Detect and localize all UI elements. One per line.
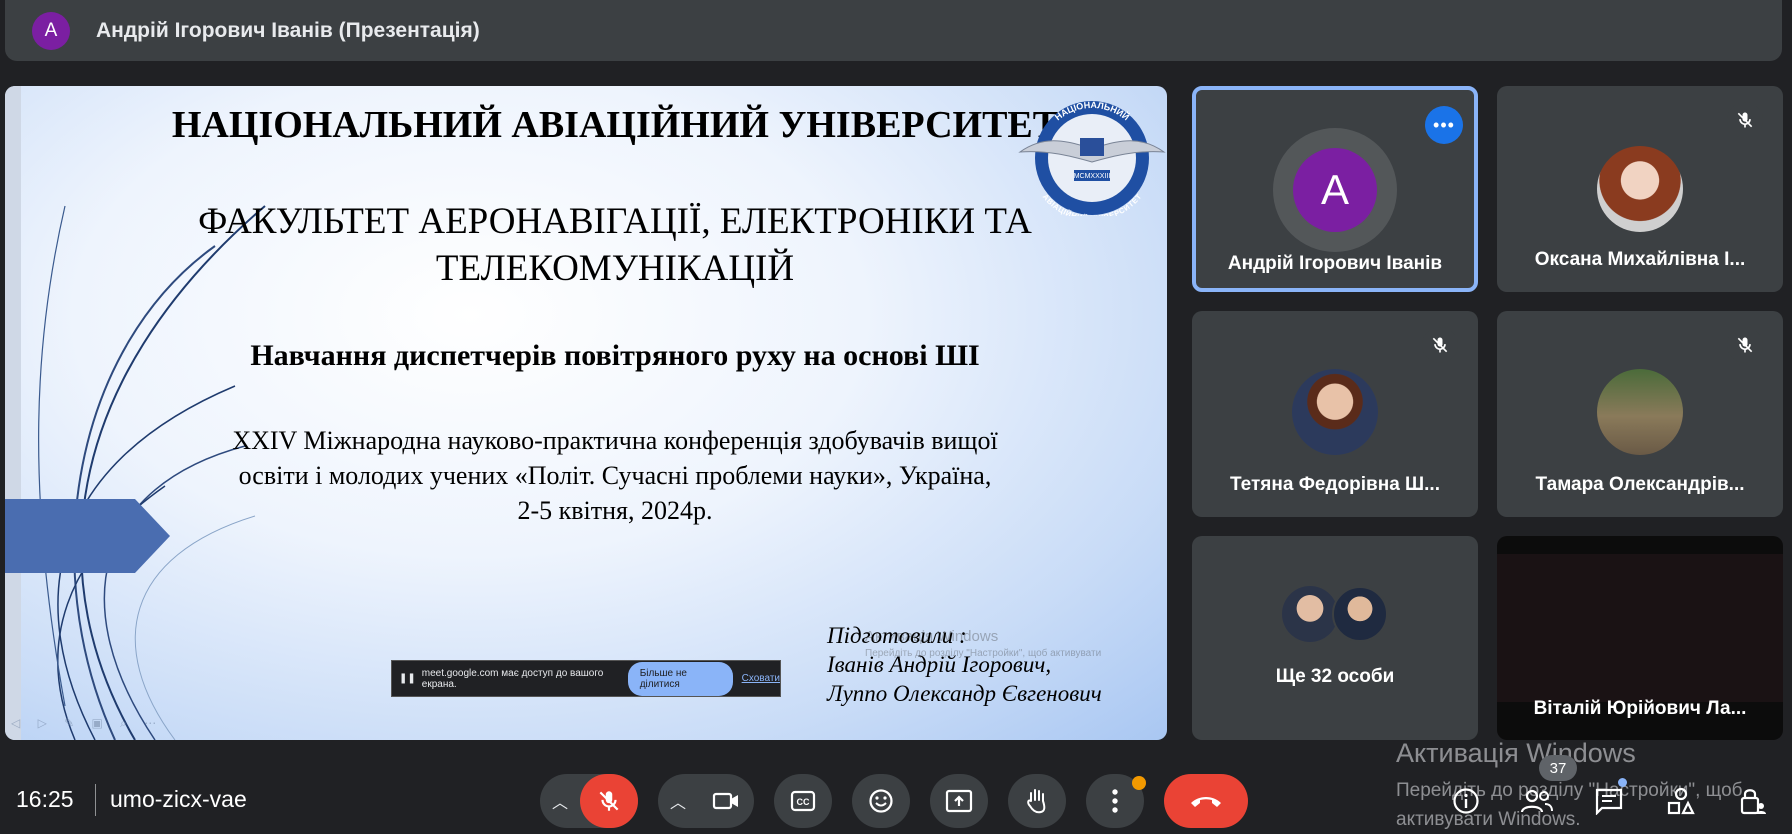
chat-icon <box>1595 788 1623 815</box>
participant-photo <box>1292 369 1378 455</box>
participant-name: Тетяна Федорівна Ш... <box>1230 474 1440 495</box>
raise-hand-button[interactable] <box>1008 774 1066 828</box>
shared-screen-slide: НАЦІОНАЛЬНИЙ АВІАЦІЙНИЙ УНІВЕРСИТЕТ ФАКУ… <box>5 86 1167 740</box>
participant-avatar: A <box>1293 148 1377 232</box>
participant-tile-overflow[interactable]: Ще 32 особи <box>1192 536 1478 740</box>
captions-icon: CC <box>790 790 816 812</box>
participant-photo <box>1597 369 1683 455</box>
mic-off-icon <box>599 791 619 811</box>
university-logo: MCMXXXIII НАЦІОНАЛЬНИЙ АВІАЦІЙНИЙ УНІВЕР… <box>1018 100 1166 216</box>
mic-off-icon <box>1422 327 1458 363</box>
activities-icon <box>1667 787 1695 815</box>
end-call-icon <box>1191 797 1221 807</box>
participant-name: Андрій Ігорович Іванів <box>1227 253 1443 274</box>
activities-button[interactable] <box>1664 784 1698 818</box>
reactions-button[interactable] <box>852 774 910 828</box>
footer-divider <box>95 784 96 816</box>
participant-tile[interactable]: Тетяна Федорівна Ш... <box>1192 311 1478 517</box>
people-icon <box>1520 789 1553 813</box>
present-screen-button[interactable] <box>930 774 988 828</box>
slide-university: НАЦІОНАЛЬНИЙ АВІАЦІЙНИЙ УНІВЕРСИТЕТ <box>171 104 1059 146</box>
presentation-header: A Андрій Ігорович Іванів (Презентація) <box>5 0 1782 61</box>
slide-decorative-lines <box>38 205 266 740</box>
slide-author-2: Луппо Олександр Євгенович <box>827 681 1102 706</box>
presentation-title: Андрій Ігорович Іванів (Презентація) <box>96 18 480 42</box>
info-icon <box>1453 788 1479 814</box>
mic-off-icon <box>1727 102 1763 138</box>
clock: 16:25 <box>16 786 74 812</box>
camera-icon <box>712 792 738 810</box>
logo-year: MCMXXXIII <box>1074 173 1111 180</box>
svg-text:CC: CC <box>797 797 810 807</box>
chevron-up-icon[interactable]: ︿ <box>552 789 568 813</box>
slide-playback-controls[interactable]: ◁ ▷ ✎ ▣ ⌕ ⋯ <box>11 716 163 731</box>
mic-off-icon <box>1727 327 1763 363</box>
pause-icon: ❚❚ <box>399 673 416 684</box>
stop-sharing-button[interactable]: Більше не ділитися <box>627 661 733 696</box>
overflow-count-label: Ще 32 особи <box>1275 666 1395 687</box>
slide-topic: Навчання диспетчерів повітряного руху на… <box>250 339 980 372</box>
presenter-avatar: A <box>32 11 70 50</box>
people-button[interactable] <box>1520 784 1554 818</box>
slide-arrow-shape <box>5 499 170 573</box>
microphone-toggle-button[interactable] <box>580 774 638 828</box>
overflow-avatar-1 <box>1282 586 1338 642</box>
present-screen-icon <box>945 789 973 813</box>
screen-share-bar: ❚❚ meet.google.com має доступ до вашого … <box>391 660 781 697</box>
slide-faculty: ФАКУЛЬТЕТ АЕРОНАВІГАЦІЇ, ЕЛЕКТРОНІКИ ТА … <box>198 201 1032 289</box>
meeting-details-button[interactable] <box>1449 784 1483 818</box>
slide-conference: XXIV Міжнародна науково-практична конфер… <box>232 426 998 525</box>
hand-icon <box>1027 789 1046 814</box>
hide-share-bar-link[interactable]: Сховати <box>742 673 780 684</box>
more-vertical-icon <box>1112 789 1118 813</box>
participant-tile[interactable]: Тамара Олександрів... <box>1497 311 1783 517</box>
slide-authors: Підготовили : Іванів Андрій Ігорович, Лу… <box>827 621 1102 708</box>
leave-call-button[interactable] <box>1164 774 1248 828</box>
emoji-icon <box>869 789 893 813</box>
host-controls-button[interactable] <box>1736 784 1770 818</box>
windows-activation-title: Активація Windows <box>1396 738 1636 768</box>
slide-author-1: Іванів Андрій Ігорович, <box>827 652 1052 677</box>
lock-person-icon <box>1740 789 1766 815</box>
overflow-avatar-2 <box>1332 586 1388 642</box>
notification-dot <box>1132 776 1146 790</box>
participant-count-badge: 37 <box>1539 755 1577 781</box>
participant-name: Віталій Юрійович Ла... <box>1533 698 1747 719</box>
chevron-up-icon[interactable]: ︿ <box>670 789 686 813</box>
captions-button[interactable]: CC <box>774 774 832 828</box>
participant-tile[interactable]: Віталій Юрійович Ла... <box>1497 536 1783 740</box>
participant-tile[interactable]: Оксана Михайлівна І... <box>1497 86 1783 292</box>
participant-name: Оксана Михайлівна І... <box>1534 249 1746 270</box>
share-message: meet.google.com має доступ до вашого екр… <box>421 667 604 690</box>
participant-video <box>1497 554 1783 702</box>
chat-button[interactable] <box>1592 778 1627 818</box>
camera-control-group[interactable]: ︿ <box>658 774 754 828</box>
participant-photo <box>1597 146 1683 232</box>
meeting-code: umo-zicx-vae <box>110 786 247 812</box>
participant-tile-speaking[interactable]: A ••• Андрій Ігорович Іванів <box>1192 86 1478 292</box>
more-options-button[interactable] <box>1086 774 1146 828</box>
slide-prepared-label: Підготовили : <box>827 623 967 648</box>
more-options-icon[interactable]: ••• <box>1425 106 1463 144</box>
participant-name: Тамара Олександрів... <box>1535 474 1745 495</box>
chat-unread-dot <box>1618 778 1627 787</box>
